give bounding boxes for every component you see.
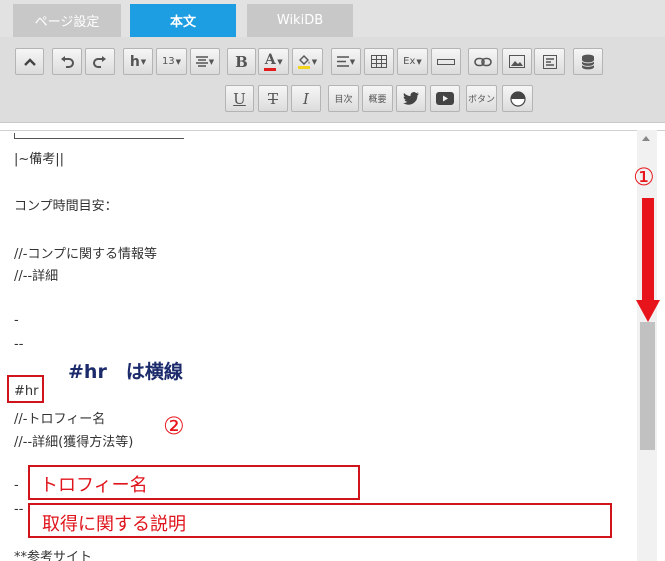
caret-down-icon: ▼ [208, 57, 215, 66]
image-button[interactable] [502, 48, 532, 75]
strikethrough-icon: T [267, 89, 278, 108]
editor-line: //-コンプに関する情報等 [14, 247, 158, 262]
italic-button[interactable]: I [291, 85, 321, 112]
annotation-trophy-name: トロフィー名 [40, 475, 148, 496]
font-size-dropdown[interactable]: 13 ▼ [156, 48, 187, 75]
block-button[interactable] [534, 48, 565, 75]
paint-bucket-icon [298, 54, 311, 69]
collapse-button[interactable] [15, 48, 44, 75]
underline-button[interactable]: U [225, 85, 254, 112]
clipped-line [14, 133, 184, 139]
editor-line: コンプ時間目安： [14, 199, 118, 214]
editor-line: **参考サイト [14, 550, 93, 561]
tab-page-settings[interactable]: ページ設定 [13, 4, 121, 37]
twitter-icon [403, 92, 419, 105]
text-color-icon: A [264, 53, 277, 71]
caret-down-icon: ▼ [140, 57, 147, 66]
editor-line: //--詳細 [14, 269, 59, 284]
font-size-label: 13 [161, 56, 175, 67]
image-icon [509, 55, 525, 68]
table-button[interactable] [364, 48, 394, 75]
align-dropdown[interactable]: ▼ [190, 48, 220, 75]
annotation-hr-box [7, 375, 44, 403]
fold-button[interactable] [502, 85, 533, 112]
editor-line: //-トロフィー名 [14, 412, 106, 427]
database-button[interactable] [573, 48, 603, 75]
italic-icon: I [303, 89, 309, 108]
half-circle-icon [509, 90, 526, 107]
bold-label: B [235, 52, 248, 71]
ex-label: Ex [403, 56, 416, 67]
annotation-trophy-desc: 取得に関する説明 [42, 514, 186, 535]
highlight-dropdown[interactable]: ▼ [292, 48, 323, 75]
summary-label: 概要 [368, 95, 387, 105]
toc-button[interactable]: 目次 [328, 85, 359, 112]
youtube-button[interactable] [430, 85, 460, 112]
youtube-icon [436, 92, 454, 105]
horizontal-rule-button[interactable] [431, 48, 461, 75]
caret-down-icon: ▼ [416, 57, 422, 66]
tab-body[interactable]: 本文 [130, 4, 236, 37]
button-label: ボタン [467, 95, 495, 105]
link-icon [474, 57, 492, 66]
scrollbar-thumb[interactable] [640, 322, 655, 450]
caret-down-icon: ▼ [349, 57, 356, 66]
editor-line: - [14, 313, 19, 328]
annotation-hr-note: #hr は横線 [68, 361, 183, 383]
list-icon [336, 56, 349, 67]
scroll-up-arrow-icon[interactable] [642, 136, 650, 141]
editor-line: - [14, 478, 19, 493]
annotation-marker-2: ② [163, 412, 185, 440]
twitter-button[interactable] [396, 85, 426, 112]
toc-label: 目次 [334, 95, 353, 105]
caret-down-icon: ▼ [277, 57, 283, 66]
table-icon [371, 55, 387, 68]
heading-dropdown[interactable]: h ▼ [123, 48, 153, 75]
align-icon [195, 56, 208, 67]
tab-bar: ページ設定 本文 WikiDB [0, 0, 665, 37]
redo-icon [93, 55, 106, 68]
chevron-up-icon [23, 57, 36, 66]
strikethrough-button[interactable]: T [258, 85, 288, 112]
horizontal-rule-icon [437, 58, 455, 65]
redo-button[interactable] [85, 48, 115, 75]
caret-down-icon: ▼ [311, 57, 318, 66]
bold-button[interactable]: B [227, 48, 256, 75]
document-block-icon [542, 54, 557, 69]
list-dropdown[interactable]: ▼ [331, 48, 361, 75]
annotation-arrow-shaft [642, 198, 654, 302]
caret-down-icon: ▼ [175, 57, 182, 66]
database-icon [581, 54, 595, 69]
insert-button-button[interactable]: ボタン [466, 85, 497, 112]
editor-line: |~備考|| [14, 152, 65, 167]
editor-line: //--詳細(獲得方法等) [14, 435, 134, 450]
heading-label: h [129, 53, 140, 70]
editor-line: -- [14, 502, 24, 517]
editor-line: -- [14, 337, 24, 352]
link-button[interactable] [468, 48, 498, 75]
undo-button[interactable] [52, 48, 82, 75]
annotation-arrow-down-icon [636, 300, 660, 322]
text-color-dropdown[interactable]: A ▼ [258, 48, 289, 75]
undo-icon [61, 55, 74, 68]
underline-icon: U [233, 89, 246, 108]
summary-button[interactable]: 概要 [362, 85, 393, 112]
editor-toolbar: h ▼ 13 ▼ ▼ B A ▼ ▼ ▼ Ex ▼ U T I 目次 概要 ボタ… [0, 37, 665, 123]
extension-dropdown[interactable]: Ex ▼ [397, 48, 428, 75]
annotation-marker-1: ① [633, 163, 655, 191]
tab-wikidb[interactable]: WikiDB [247, 4, 353, 37]
